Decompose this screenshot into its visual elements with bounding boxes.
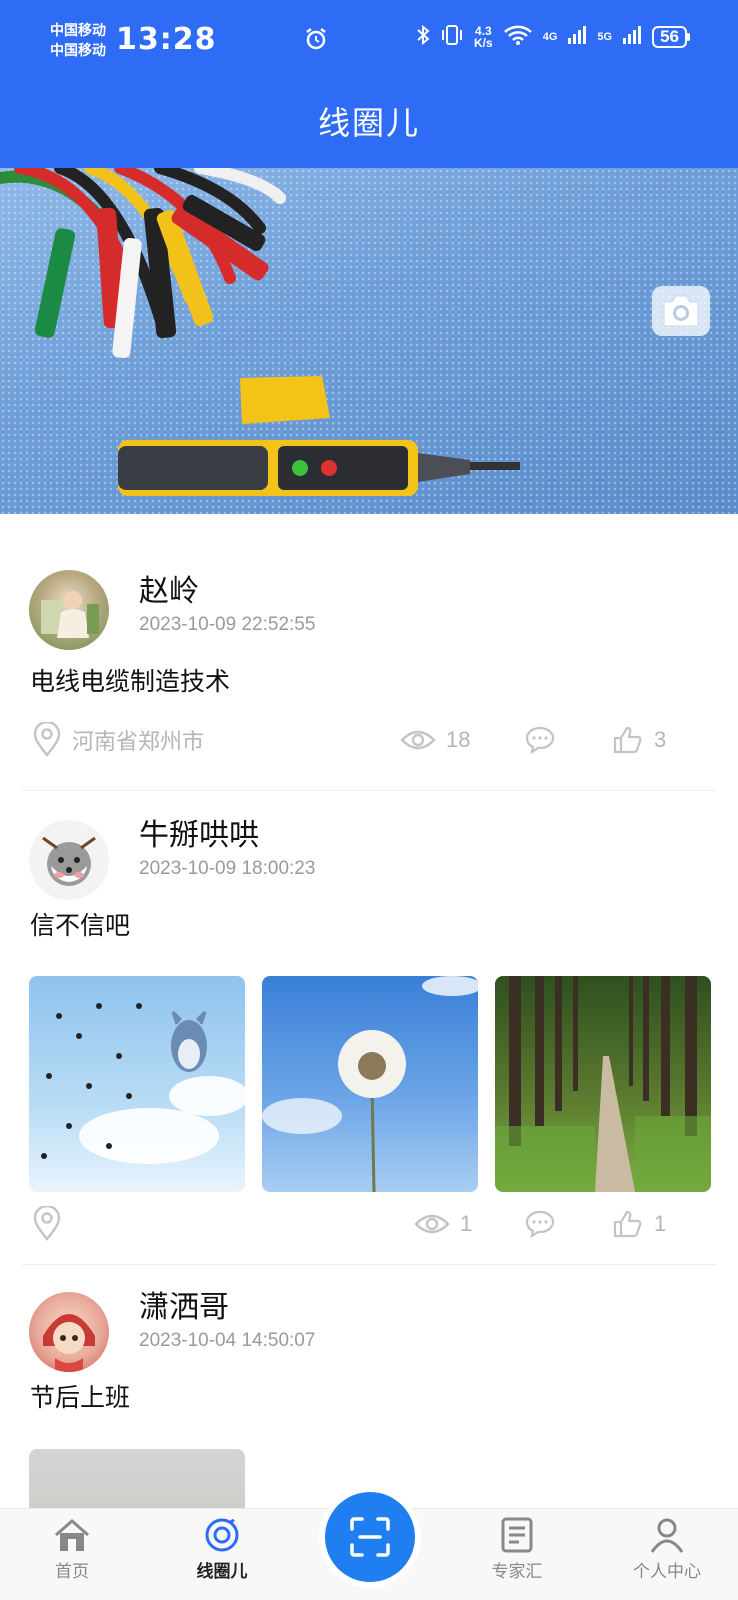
eye-icon	[400, 730, 436, 750]
comment-icon	[525, 726, 555, 755]
username[interactable]: 赵岭	[139, 566, 199, 610]
avatar[interactable]	[29, 570, 109, 650]
post-meta: 河南省郑州市 18 3	[22, 718, 716, 762]
user-icon	[650, 1518, 684, 1553]
like-count-value: 1	[654, 1211, 667, 1236]
page-title: 线圈儿	[317, 105, 420, 141]
post-time: 2023-10-09 18:00:23	[139, 858, 316, 879]
tab-experts[interactable]: 专家汇	[467, 1517, 567, 1582]
comment-icon	[525, 1210, 555, 1239]
location-pin-icon	[33, 722, 61, 757]
post-content[interactable]: 电线电缆制造技术	[30, 662, 230, 698]
bluetooth-icon	[416, 24, 430, 49]
tab-label: 专家汇	[491, 1562, 543, 1581]
status-clock: 13:28	[116, 22, 217, 57]
banner-image	[0, 168, 738, 514]
net-4g-label: 4G	[542, 30, 558, 43]
scan-button[interactable]	[325, 1492, 415, 1582]
divider	[22, 790, 716, 791]
like-button[interactable]: 3	[612, 718, 666, 762]
post-card[interactable]: 牛掰哄哄 2023-10-09 18:00:23 信不信吧 1 1	[0, 794, 738, 1265]
location[interactable]	[32, 1202, 72, 1246]
post-photo[interactable]	[29, 1449, 245, 1508]
carrier-label-2: 中国移动	[50, 42, 106, 58]
wifi-icon	[503, 24, 533, 49]
view-count-value: 1	[460, 1211, 473, 1236]
post-time: 2023-10-09 22:52:55	[139, 614, 316, 635]
camera-button[interactable]	[652, 286, 710, 336]
comment-button[interactable]	[524, 1202, 566, 1246]
view-count: 1	[414, 1202, 472, 1246]
view-count-value: 18	[446, 727, 471, 752]
post-content[interactable]: 节后上班	[30, 1378, 130, 1414]
location-text: 河南省郑州市	[72, 729, 205, 754]
post-time: 2023-10-04 14:50:07	[139, 1330, 316, 1351]
tab-feed[interactable]: 线圈儿	[172, 1517, 272, 1582]
tab-label: 个人中心	[633, 1562, 701, 1581]
thumbs-up-icon	[613, 726, 642, 754]
battery-icon: 56	[652, 25, 690, 48]
network-speed: 4.3 K/s	[474, 25, 493, 49]
tab-label: 线圈儿	[196, 1562, 248, 1581]
avatar[interactable]	[29, 1292, 109, 1372]
comment-button[interactable]	[524, 718, 566, 762]
battery-level: 56	[652, 25, 687, 48]
tab-label: 首页	[55, 1562, 89, 1581]
net-5g-label: 5G	[597, 30, 613, 43]
tab-profile[interactable]: 个人中心	[617, 1517, 717, 1582]
view-count: 18	[400, 718, 470, 762]
post-card[interactable]: 潇洒哥 2023-10-04 14:50:07 节后上班	[0, 1264, 738, 1508]
status-icons: 4.3 K/s 4G 5G 56	[416, 24, 690, 49]
like-count-value: 3	[654, 727, 667, 752]
app-header: 中国移动 中国移动 13:28 4.3 K/s 4G 5G 56 线圈儿	[0, 0, 738, 168]
home-icon	[55, 1519, 89, 1551]
username[interactable]: 牛掰哄哄	[139, 810, 259, 854]
post-content[interactable]: 信不信吧	[30, 906, 130, 942]
scan-icon	[350, 1517, 390, 1557]
username[interactable]: 潇洒哥	[139, 1282, 229, 1326]
eye-icon	[414, 1214, 450, 1234]
location[interactable]: 河南省郑州市	[32, 718, 204, 762]
speed-value: 4.3	[475, 23, 492, 38]
carrier-label-1: 中国移动	[50, 22, 106, 38]
circle-feed-icon	[205, 1518, 239, 1552]
camera-icon	[663, 295, 699, 327]
signal-icon-1	[567, 24, 587, 49]
post-photo[interactable]	[495, 976, 711, 1192]
speed-unit: K/s	[474, 35, 493, 50]
location-pin-icon	[33, 1206, 61, 1241]
post-photo[interactable]	[262, 976, 478, 1192]
vibrate-icon	[440, 24, 464, 49]
post-photo[interactable]	[29, 976, 245, 1192]
banner-illustration	[0, 168, 520, 496]
signal-icon-2	[622, 24, 642, 49]
tab-home[interactable]: 首页	[22, 1517, 122, 1582]
avatar[interactable]	[29, 820, 109, 900]
post-meta: 1 1	[22, 1202, 716, 1246]
thumbs-up-icon	[613, 1210, 642, 1238]
like-button[interactable]: 1	[612, 1202, 666, 1246]
alarm-icon	[303, 26, 329, 57]
carrier-info: 中国移动 中国移动	[50, 20, 106, 60]
document-icon	[501, 1517, 533, 1553]
post-card[interactable]: 赵岭 2023-10-09 22:52:55 电线电缆制造技术 河南省郑州市 1…	[0, 514, 738, 794]
